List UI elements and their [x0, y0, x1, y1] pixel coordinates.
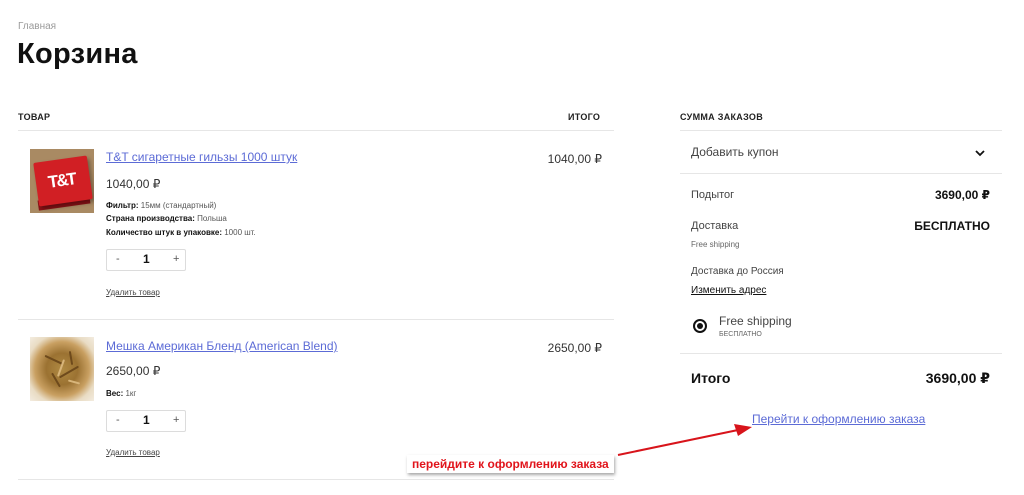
cart-page: Главная Корзина ТОВАР ИТОГО T&T T&T сига…	[0, 0, 1024, 495]
annotation-label: перейдите к оформлению заказа	[407, 455, 614, 473]
arrow-icon	[617, 424, 752, 456]
